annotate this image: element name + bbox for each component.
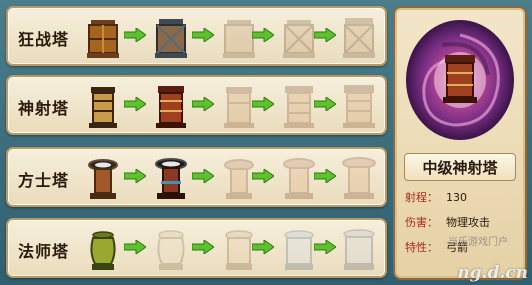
tower-preview (402, 15, 518, 145)
upgrade-arrow-icon (192, 97, 214, 111)
urn-tower-icon (157, 230, 185, 270)
upgrade-arrow-icon (314, 240, 336, 254)
watermark-logo: ng.d.cn (457, 263, 528, 283)
tower-name-plate: 中级神射塔 (404, 153, 516, 181)
stat-damage: 伤害： 物理攻击 (405, 214, 490, 230)
upgrade-arrow-icon (252, 240, 274, 254)
tower-row-alchemist[interactable]: 方士塔 (6, 147, 387, 207)
urn-tower-icon (343, 229, 375, 270)
tower-stage-1[interactable] (78, 12, 128, 62)
stat-value: 物理攻击 (446, 216, 490, 229)
upgrade-arrow-icon (314, 28, 336, 42)
vortex-icon (406, 20, 514, 140)
stat-value: 130 (446, 191, 467, 204)
watchtower-icon (443, 55, 477, 103)
tower-stage-5[interactable] (334, 81, 384, 131)
tower-stage-5[interactable] (334, 224, 384, 274)
watchtower-icon (156, 86, 186, 128)
tower-row-name: 狂战塔 (18, 30, 70, 49)
tower-stage-2[interactable] (146, 81, 196, 131)
crate-tower-icon (155, 19, 187, 58)
upgrade-arrow-icon (124, 97, 146, 111)
tower-row-archer[interactable]: 神射塔 (6, 75, 387, 135)
upgrade-arrow-icon (252, 97, 274, 111)
stat-label: 特性： (405, 241, 438, 254)
cauldron-tower-icon (155, 158, 187, 199)
tower-stage-1[interactable] (78, 81, 128, 131)
stat-label: 伤害： (405, 216, 438, 229)
watermark-caption: 当乐游戏门户 (448, 237, 508, 248)
upgrade-arrow-icon (192, 169, 214, 183)
stat-label: 射程： (405, 191, 438, 204)
stat-range: 射程： 130 (405, 189, 467, 205)
upgrade-arrow-icon (124, 169, 146, 183)
upgrade-arrow-icon (314, 97, 336, 111)
tower-stage-1[interactable] (78, 153, 128, 203)
tower-row-name: 法师塔 (18, 242, 70, 261)
upgrade-arrow-icon (192, 28, 214, 42)
watchtower-icon (89, 87, 117, 128)
tower-stage-2[interactable] (146, 12, 196, 62)
cauldron-tower-icon (342, 157, 376, 199)
crate-tower-icon (343, 18, 375, 58)
upgrade-arrow-icon (252, 169, 274, 183)
urn-tower-icon (90, 231, 116, 270)
tower-row-name: 方士塔 (18, 171, 70, 190)
tower-stage-5[interactable] (334, 153, 384, 203)
tower-stage-2[interactable] (146, 153, 196, 203)
watchtower-icon (343, 85, 375, 128)
tower-stage-5[interactable] (334, 12, 384, 62)
tower-upgrade-screen: 狂战塔 神射塔 方士塔 法师塔 中级神射塔 射程： 130 伤害： 物理攻击 特… (0, 0, 532, 285)
tower-stage-1[interactable] (78, 224, 128, 274)
tower-row-name: 神射塔 (18, 99, 70, 118)
tower-row-berserker[interactable]: 狂战塔 (6, 6, 387, 66)
upgrade-arrow-icon (192, 240, 214, 254)
tower-stage-2[interactable] (146, 224, 196, 274)
upgrade-arrow-icon (124, 240, 146, 254)
upgrade-arrow-icon (314, 169, 336, 183)
upgrade-arrow-icon (252, 28, 274, 42)
upgrade-arrow-icon (124, 28, 146, 42)
tower-row-mage[interactable]: 法师塔 (6, 218, 387, 278)
cauldron-tower-icon (88, 159, 118, 199)
crate-tower-icon (87, 20, 119, 58)
